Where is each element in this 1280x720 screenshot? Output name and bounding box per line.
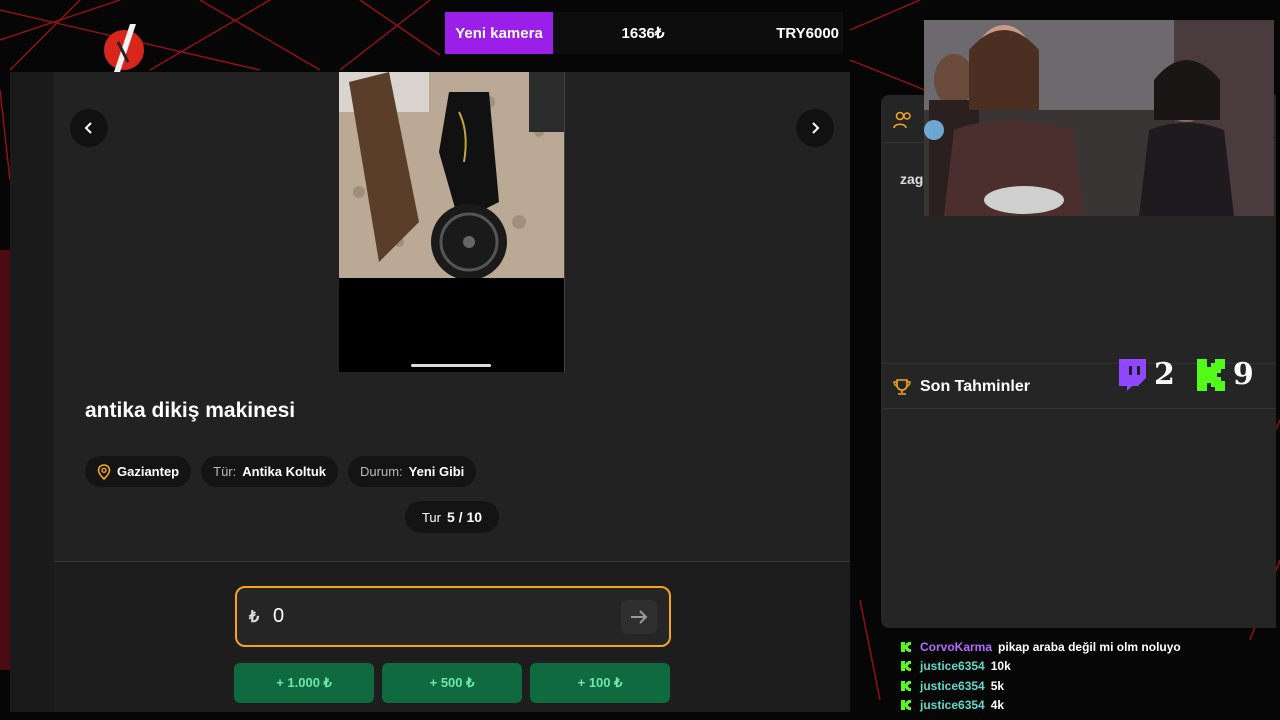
- type-label: Tür:: [213, 464, 237, 479]
- chat-user: justice6354: [920, 678, 985, 693]
- guess-input[interactable]: [273, 605, 621, 628]
- chevron-right-icon: [812, 122, 820, 134]
- chat-user: justice6354: [920, 659, 985, 674]
- guess-input-box: ₺: [235, 586, 671, 647]
- round-value: 5 / 10: [447, 509, 483, 525]
- recent-guesses-title: Son Tahminler: [920, 378, 1030, 395]
- goal-tag: Yeni kamera: [445, 12, 553, 54]
- chat-line: justice6354 10k: [900, 657, 1270, 677]
- chat-feed: CorvoKarma pikap araba değil mi olm nolu…: [900, 637, 1270, 715]
- submit-guess-button[interactable]: [621, 599, 657, 634]
- twitch-icon: [1119, 358, 1146, 391]
- chat-message: 4k: [990, 698, 1005, 713]
- kick-icon: [1196, 358, 1225, 391]
- listing-photo: [339, 72, 565, 372]
- chat-user: CorvoKarma: [920, 639, 993, 654]
- left-strip: [10, 72, 54, 712]
- users-icon: [893, 111, 911, 129]
- kick-icon: [901, 641, 911, 652]
- add-1000-button[interactable]: + 1.000 ₺: [234, 663, 374, 703]
- kick-icon: [901, 661, 911, 672]
- kick-count: 9: [1232, 357, 1254, 392]
- location-chip: Gaziantep: [85, 456, 192, 487]
- type-chip: Tür: Antika Koltuk: [201, 456, 339, 487]
- kick-icon: [901, 700, 911, 711]
- map-pin-icon: [97, 463, 111, 480]
- donation-goal-bar: Yeni kamera 1636₺ TRY6000: [445, 12, 843, 54]
- home-indicator: [411, 364, 491, 367]
- condition-chip: Durum: Yeni Gibi: [348, 456, 477, 487]
- sewing-machine-image: [339, 72, 564, 278]
- currency-symbol: ₺: [249, 608, 260, 626]
- player-name: zag: [900, 171, 924, 187]
- chat-line: justice6354 5k: [900, 676, 1270, 696]
- arrow-right-icon: [631, 609, 648, 624]
- next-image-button[interactable]: [796, 109, 834, 147]
- webcam-feed: [924, 20, 1274, 216]
- condition-label: Durum:: [360, 464, 403, 479]
- game-panel: antika dikiş makinesi Gaziantep Tür: Ant…: [10, 72, 850, 712]
- platform-counts: 2 9: [1116, 357, 1254, 392]
- condition-value: Yeni Gibi: [408, 464, 465, 479]
- chat-message: 5k: [990, 678, 1005, 693]
- chat-message: 10k: [990, 659, 1011, 674]
- round-indicator: Tur 5 / 10: [405, 501, 499, 533]
- add-500-button[interactable]: + 500 ₺: [382, 663, 522, 703]
- goal-current: 1636₺: [621, 25, 665, 42]
- chat-line: justice6354 4k: [900, 696, 1270, 716]
- round-label: Tur: [421, 509, 441, 525]
- chevron-left-icon: [84, 122, 92, 134]
- chat-message: pikap araba değil mi olm noluyo: [998, 639, 1181, 654]
- chat-user: justice6354: [920, 698, 985, 713]
- chat-line: CorvoKarma pikap araba değil mi olm nolu…: [900, 637, 1270, 657]
- kick-icon: [901, 680, 911, 691]
- twitch-count: 2: [1154, 357, 1175, 392]
- listing-attributes: Gaziantep Tür: Antika Koltuk Durum: Yeni…: [85, 456, 477, 487]
- listing-title: antika dikiş makinesi: [85, 399, 296, 422]
- channel-logo: [104, 24, 144, 72]
- location-value: Gaziantep: [117, 464, 180, 479]
- type-value: Antika Koltuk: [242, 464, 327, 479]
- previous-image-button[interactable]: [70, 109, 108, 147]
- add-100-button[interactable]: + 100 ₺: [530, 663, 670, 703]
- trophy-icon: [893, 379, 911, 395]
- goal-target: TRY6000: [776, 24, 839, 42]
